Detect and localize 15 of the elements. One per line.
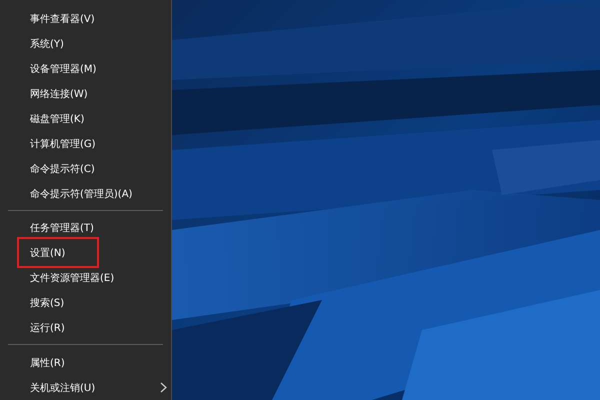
menu-item[interactable]: 命令提示符(C) [0,156,171,182]
menu-item[interactable]: 任务管理器(T) [0,216,171,241]
menu-item[interactable]: 网络连接(W) [0,82,171,106]
menu-item[interactable]: 磁盘管理(K) [0,106,171,132]
menu-item[interactable]: 运行(R) [0,316,171,340]
menu-item[interactable]: 系统(Y) [0,32,171,57]
menu-item[interactable]: 命令提示符(管理员)(A) [0,181,171,206]
menu-item[interactable]: 事件查看器(V) [0,7,171,32]
menu-item[interactable]: 搜索(S) [0,290,171,316]
menu-item[interactable]: 设备管理器(M) [0,56,171,82]
menu-item[interactable]: 关机或注销(U) [0,375,171,400]
menu-item[interactable]: 属性(R) [0,350,171,376]
menu-item[interactable]: 文件资源管理器(E) [0,266,171,291]
menu-item[interactable]: 设置(N) [0,240,171,266]
menu-item[interactable]: 计算机管理(G) [0,131,171,156]
